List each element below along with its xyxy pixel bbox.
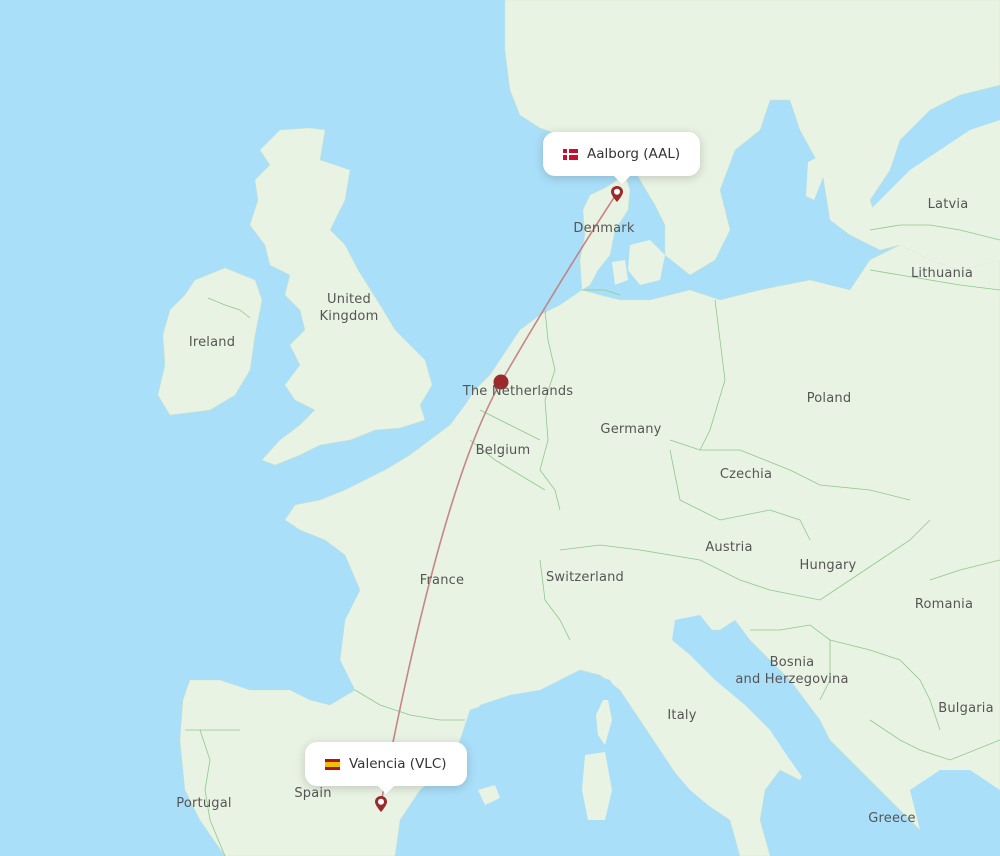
- country-label-france: France: [419, 573, 465, 588]
- country-label-ireland: Ireland: [188, 335, 236, 350]
- country-label-bosnia-2: and Herzegovina: [735, 672, 849, 687]
- country-label-austria: Austria: [705, 540, 753, 555]
- country-label-germany: Germany: [600, 422, 662, 437]
- route-layer: [380, 192, 618, 804]
- destination-airport-label: Valencia (VLC): [349, 756, 447, 772]
- spain-flag-icon: [325, 758, 340, 770]
- country-label-netherlands: The Netherlands: [462, 384, 574, 399]
- origin-airport-label: Aalborg (AAL): [587, 146, 681, 162]
- country-label-poland: Poland: [806, 391, 852, 406]
- country-label-denmark: Denmark: [573, 221, 635, 236]
- country-label-switzerland: Switzerland: [545, 570, 625, 585]
- country-label-uk-2: Kingdom: [319, 309, 379, 324]
- country-label-czechia: Czechia: [719, 467, 773, 482]
- country-label-romania: Romania: [914, 597, 974, 612]
- country-label-uk-1: United: [327, 292, 371, 307]
- country-label-italy: Italy: [667, 708, 697, 723]
- origin-airport-pin-icon[interactable]: [610, 185, 624, 203]
- denmark-flag-icon: [563, 148, 578, 160]
- country-label-greece: Greece: [868, 811, 916, 826]
- country-label-belgium: Belgium: [475, 443, 531, 458]
- origin-airport-popup[interactable]: Aalborg (AAL): [543, 132, 701, 184]
- country-label-spain: Spain: [294, 786, 332, 801]
- country-label-hungary: Hungary: [799, 558, 857, 573]
- country-label-lithuania: Lithuania: [910, 266, 974, 281]
- country-label-bosnia-1: Bosnia: [769, 655, 815, 670]
- route-map[interactable]: Ireland United Kingdom Denmark The Nethe…: [0, 0, 1000, 856]
- country-label-portugal: Portugal: [176, 796, 232, 811]
- destination-airport-popup[interactable]: Valencia (VLC): [305, 742, 467, 794]
- flight-route-line: [380, 192, 618, 804]
- country-label-bulgaria: Bulgaria: [938, 701, 994, 716]
- destination-airport-pin-icon[interactable]: [374, 795, 388, 813]
- country-label-latvia: Latvia: [927, 197, 969, 212]
